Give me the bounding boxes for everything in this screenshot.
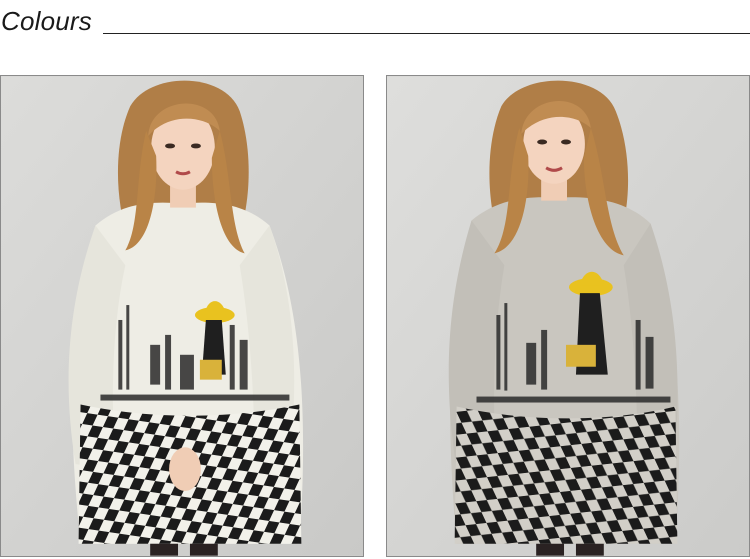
- colour-variant-photo-white[interactable]: [0, 75, 364, 557]
- header-divider-line: [103, 33, 750, 34]
- model-illustration-grey: [387, 76, 749, 556]
- colour-variant-photo-grey[interactable]: [386, 75, 750, 557]
- section-header: Colours: [0, 0, 750, 50]
- section-title: Colours: [1, 6, 92, 36]
- model-illustration-white: [1, 76, 363, 556]
